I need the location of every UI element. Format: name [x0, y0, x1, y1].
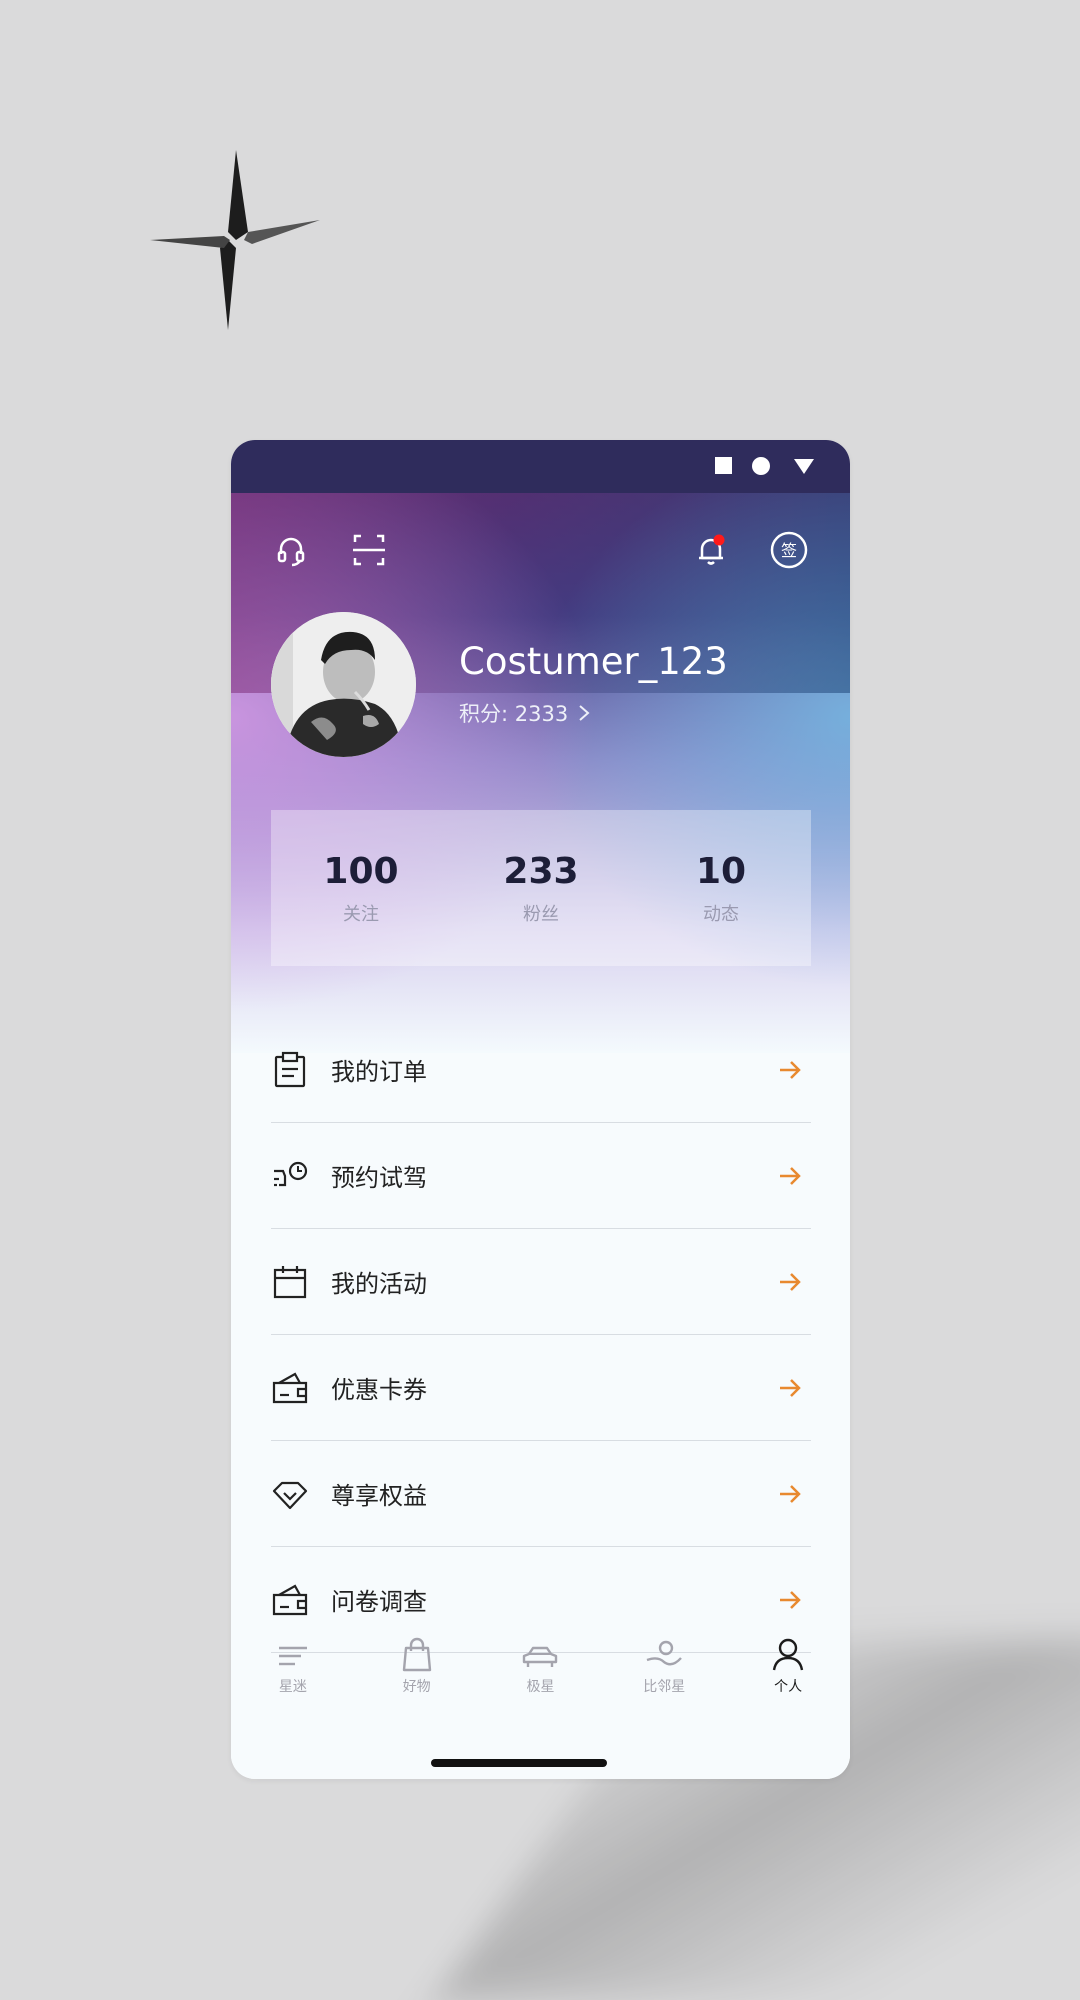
- neighbor-icon: [646, 1640, 683, 1666]
- tab-label: 比邻星: [643, 1679, 686, 1695]
- home-indicator[interactable]: [431, 1759, 607, 1767]
- square-icon: [715, 457, 732, 474]
- points-link[interactable]: 积分: 2333: [459, 698, 590, 728]
- test-drive-clock-icon: [271, 1157, 309, 1195]
- points-label: 积分: 2333: [459, 702, 569, 726]
- customer-service-button[interactable]: [271, 530, 311, 570]
- calendar-icon: [271, 1263, 309, 1301]
- clipboard-icon: [271, 1051, 309, 1089]
- menu-item-activities[interactable]: 我的活动: [271, 1229, 811, 1335]
- bottom-tab-bar: 星迷 好物 极星 比邻星 个人: [231, 1636, 850, 1732]
- tab-label: 星迷: [278, 1679, 307, 1695]
- brand-star-logo: [150, 150, 320, 330]
- stat-label: 关注: [343, 904, 379, 925]
- menu-item-label: 尊享权益: [331, 1482, 427, 1510]
- sign-in-badge-text: 签: [781, 541, 797, 560]
- menu-item-label: 预约试驾: [331, 1164, 427, 1192]
- phone-screen: 签 Costumer_123 积分: 2333 100 关注 233 粉丝 10…: [231, 440, 850, 1779]
- menu-item-label: 我的订单: [331, 1058, 427, 1086]
- arrow-right-icon: [780, 1061, 801, 1079]
- status-bar: [231, 440, 850, 493]
- stat-value: 10: [695, 851, 747, 892]
- scan-button[interactable]: [349, 530, 389, 570]
- stat-label: 动态: [703, 904, 739, 925]
- tab-polestar[interactable]: 极星: [484, 1636, 596, 1696]
- menu-item-label: 我的活动: [331, 1270, 427, 1298]
- tab-stars[interactable]: 星迷: [237, 1636, 349, 1696]
- sign-in-button[interactable]: 签: [769, 530, 809, 570]
- arrow-right-icon: [780, 1379, 801, 1397]
- car-icon: [523, 1646, 558, 1667]
- bell-icon: [699, 534, 725, 565]
- person-icon: [772, 1638, 804, 1671]
- username: Costumer_123: [459, 640, 728, 683]
- notifications-button[interactable]: [691, 530, 731, 570]
- stat-label: 粉丝: [523, 904, 559, 925]
- stat-value: 233: [503, 851, 579, 892]
- circle-icon: [752, 457, 770, 475]
- menu-list: 我的订单 预约试驾 我的活动 优惠卡券 尊享权益 问卷调查: [271, 1017, 811, 1653]
- menu-item-label: 优惠卡券: [331, 1376, 427, 1404]
- menu-item-orders[interactable]: 我的订单: [271, 1017, 811, 1123]
- tab-neighbor[interactable]: 比邻星: [608, 1636, 720, 1696]
- shopping-bag-icon: [402, 1637, 431, 1672]
- wallet-icon: [271, 1581, 309, 1619]
- arrow-right-icon: [780, 1273, 801, 1291]
- menu-item-label: 问卷调查: [331, 1588, 427, 1616]
- tab-shop[interactable]: 好物: [361, 1636, 473, 1696]
- wallet-icon: [271, 1369, 309, 1407]
- stat-followers[interactable]: 233 粉丝: [471, 850, 611, 926]
- menu-item-coupons[interactable]: 优惠卡券: [271, 1335, 811, 1441]
- lines-icon: [278, 1646, 307, 1666]
- tab-profile[interactable]: 个人: [732, 1636, 844, 1696]
- menu-item-benefits[interactable]: 尊享权益: [271, 1441, 811, 1547]
- scan-icon: [353, 534, 385, 566]
- triangle-down-icon: [794, 459, 814, 474]
- headset-icon: [277, 537, 305, 567]
- notification-dot: [713, 534, 725, 546]
- tab-label: 个人: [774, 1679, 803, 1695]
- tab-label: 好物: [402, 1679, 431, 1695]
- arrow-right-icon: [780, 1591, 801, 1609]
- profile-hero-background: [231, 493, 850, 1053]
- stat-posts[interactable]: 10 动态: [651, 850, 791, 926]
- arrow-right-icon: [780, 1485, 801, 1503]
- arrow-right-icon: [780, 1167, 801, 1185]
- avatar-photo: [271, 612, 416, 757]
- diamond-icon: [271, 1475, 309, 1513]
- stat-following[interactable]: 100 关注: [291, 850, 431, 926]
- stats-panel: 100 关注 233 粉丝 10 动态: [271, 810, 811, 966]
- stat-value: 100: [323, 851, 399, 892]
- menu-item-test-drive[interactable]: 预约试驾: [271, 1123, 811, 1229]
- sign-in-icon: 签: [770, 531, 808, 569]
- tab-label: 极星: [526, 1679, 555, 1695]
- avatar[interactable]: [271, 612, 416, 757]
- chevron-right-icon: [579, 705, 590, 721]
